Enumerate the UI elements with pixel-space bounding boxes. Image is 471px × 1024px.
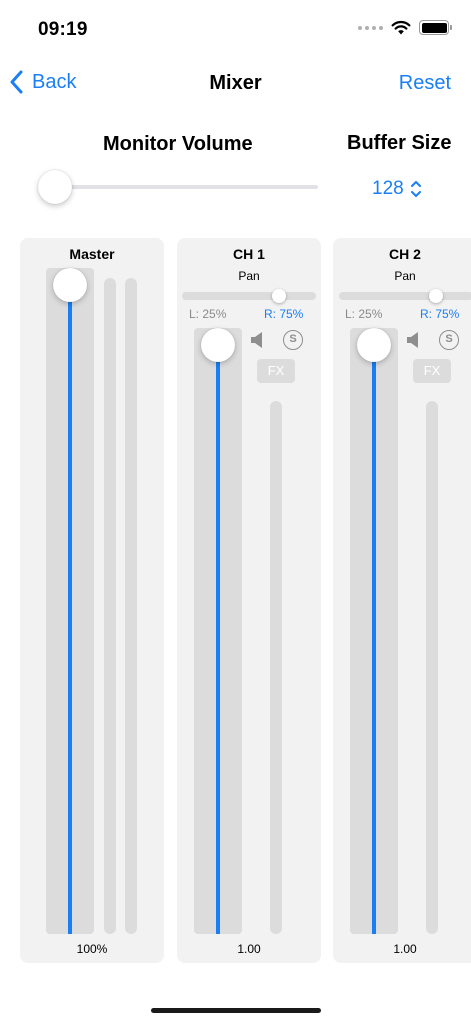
reset-button[interactable]: Reset (399, 72, 451, 95)
home-indicator[interactable] (151, 1008, 321, 1013)
buffer-size-label: Buffer Size (347, 132, 452, 154)
wifi-icon (391, 20, 411, 35)
channel-1-fx-button[interactable]: FX (257, 359, 295, 383)
channel-1-fader[interactable] (194, 328, 242, 934)
channel-2-pan-left: L: 25% (345, 307, 383, 321)
channel-1-mute-icon[interactable] (250, 330, 266, 350)
channel-2-fader-level (372, 345, 376, 934)
master-title: Master (69, 246, 115, 262)
signal-dots-icon (358, 25, 383, 30)
channel-1-pan-right: R: 75% (264, 307, 304, 321)
channel-2-meter (426, 401, 438, 934)
buffer-size-value: 128 (372, 178, 404, 199)
monitor-volume-knob[interactable] (38, 170, 72, 204)
channel-strip-2: CH 2 Pan L: 25% R: 75% S FX 1.00 (333, 238, 471, 963)
battery-icon (419, 20, 452, 35)
up-down-chevron-icon (410, 181, 421, 197)
channel-1-title: CH 1 (233, 246, 265, 262)
channel-2-pan-right: R: 75% (420, 307, 460, 321)
channel-1-fader-knob[interactable] (201, 328, 235, 362)
channel-2-mute-icon[interactable] (406, 330, 422, 350)
channel-2-pan-label: Pan (394, 269, 416, 283)
channel-2-solo-button[interactable]: S (439, 330, 459, 350)
status-time: 09:19 (38, 19, 88, 40)
channel-2-value: 1.00 (393, 942, 417, 956)
back-label: Back (32, 70, 77, 93)
monitor-volume-track (38, 185, 318, 189)
channel-1-pan-slider[interactable] (182, 289, 316, 303)
monitor-volume-label: Monitor Volume (103, 133, 253, 155)
channel-1-pan-knob[interactable] (272, 289, 286, 303)
channel-strip-1: CH 1 Pan L: 25% R: 75% S FX 1.00 (177, 238, 321, 963)
channel-1-pan-label: Pan (238, 269, 260, 283)
master-meter-right (125, 278, 137, 934)
channel-1-meter (270, 401, 282, 934)
chevron-left-icon (10, 70, 23, 94)
status-icons (358, 20, 452, 35)
channel-2-fader-knob[interactable] (357, 328, 391, 362)
back-button[interactable]: Back (10, 70, 76, 94)
master-meter-left (104, 278, 116, 934)
channel-1-pan-left: L: 25% (189, 307, 227, 321)
channel-2-pan-knob[interactable] (429, 289, 443, 303)
master-strip: Master 100% (20, 238, 164, 963)
master-fader-level (68, 285, 72, 934)
buffer-size-picker[interactable]: 128 (372, 178, 422, 200)
channel-2-fx-button[interactable]: FX (413, 359, 451, 383)
channel-2-title: CH 2 (389, 246, 421, 262)
channel-1-value: 1.00 (237, 942, 261, 956)
monitor-volume-slider[interactable] (38, 170, 318, 204)
master-value: 100% (76, 942, 108, 956)
channel-2-pan-slider[interactable] (339, 289, 471, 303)
channel-1-solo-button[interactable]: S (283, 330, 303, 350)
master-fader[interactable] (46, 268, 94, 934)
channel-2-fader[interactable] (350, 328, 398, 934)
master-fader-knob[interactable] (53, 268, 87, 302)
channel-1-fader-level (216, 345, 220, 934)
